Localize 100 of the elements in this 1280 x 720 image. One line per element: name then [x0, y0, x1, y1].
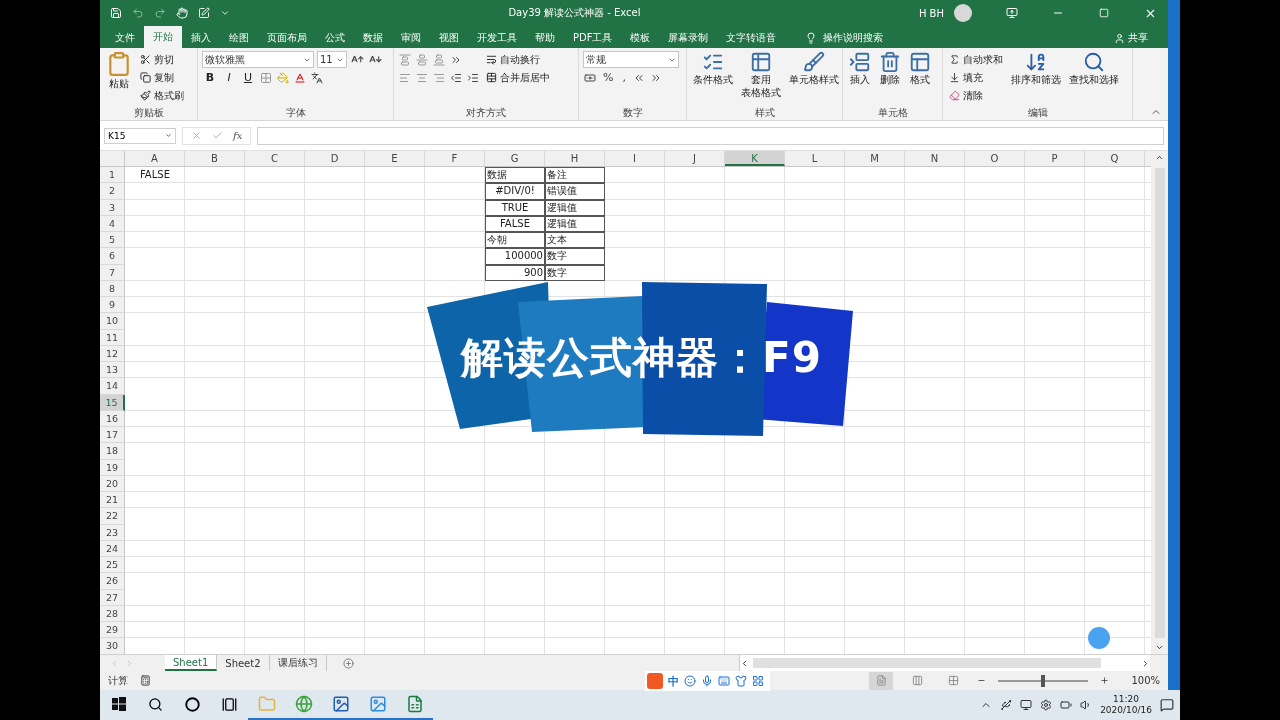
row-header[interactable]: 22	[100, 508, 125, 525]
column-header[interactable]: K	[725, 151, 785, 166]
toolbox-icon[interactable]	[752, 675, 764, 687]
battery-icon[interactable]	[1060, 699, 1073, 711]
column-header[interactable]: G	[485, 151, 545, 166]
row-header[interactable]: 14	[100, 378, 125, 395]
shirt-icon[interactable]	[735, 675, 747, 687]
monitor-icon[interactable]	[1020, 699, 1033, 711]
number-format-field[interactable]: 常规	[583, 51, 679, 68]
cut-button[interactable]: 剪切	[138, 51, 186, 68]
ribbon-tab[interactable]: 插入	[182, 28, 220, 48]
row-header[interactable]: 26	[100, 573, 125, 590]
format-button[interactable]: 格式	[907, 51, 933, 105]
undo-button[interactable]	[132, 7, 144, 19]
column-header[interactable]: H	[545, 151, 605, 166]
column-header[interactable]: C	[245, 151, 305, 166]
column-header[interactable]: O	[965, 151, 1025, 166]
zoom-in-icon[interactable]	[1100, 676, 1110, 685]
floating-ball-icon[interactable]	[1088, 627, 1110, 649]
underline-button[interactable]: U	[240, 69, 256, 86]
column-header[interactable]: E	[365, 151, 425, 166]
row-header[interactable]: 13	[100, 362, 125, 379]
emoji-icon[interactable]	[684, 675, 696, 687]
ribbon-tab[interactable]: 页面布局	[258, 28, 316, 48]
delete-button[interactable]: 删除	[877, 51, 903, 105]
align-middle-button[interactable]	[415, 51, 429, 68]
ribbon-tab[interactable]: 模板	[621, 28, 660, 48]
row-header[interactable]: 1	[100, 167, 125, 184]
customize-button[interactable]	[220, 8, 230, 18]
horizontal-scrollbar[interactable]	[739, 655, 1150, 671]
tell-me-search[interactable]: 操作说明搜索	[799, 28, 890, 48]
ribbon-tab[interactable]: 公式	[316, 28, 354, 48]
touch-mode-button[interactable]	[176, 7, 188, 19]
conditional-format-button[interactable]: 条件格式	[691, 51, 735, 105]
copy-button[interactable]: 复制	[138, 69, 186, 86]
fill-color-button[interactable]	[276, 69, 290, 86]
ribbon-tab[interactable]: 帮助	[526, 28, 564, 48]
percent-button[interactable]: %	[600, 69, 617, 86]
clear-button[interactable]: 清除	[947, 87, 1005, 104]
row-header[interactable]: 9	[100, 297, 125, 314]
column-header[interactable]: I	[605, 151, 665, 166]
column-header[interactable]: F	[425, 151, 485, 166]
autosum-button[interactable]: 自动求和	[947, 51, 1005, 68]
insert-function-button[interactable]: fx	[233, 130, 243, 141]
ribbon-tab[interactable]: 数据	[354, 28, 392, 48]
row-header[interactable]: 10	[100, 313, 125, 330]
macro-icon[interactable]	[140, 675, 151, 686]
column-header[interactable]: P	[1025, 151, 1085, 166]
share-button[interactable]: 共享	[1108, 28, 1154, 48]
font-name-field[interactable]: 微软雅黑	[202, 51, 314, 68]
row-header[interactable]: 30	[100, 638, 125, 654]
cancel-icon[interactable]	[191, 130, 202, 141]
paste-button[interactable]: 粘贴	[104, 51, 134, 105]
normal-view-button[interactable]	[869, 671, 894, 690]
column-header[interactable]: B	[185, 151, 245, 166]
sort-filter-button[interactable]: 排序和筛选	[1009, 51, 1063, 105]
vertical-scrollbar[interactable]	[1151, 151, 1168, 654]
scroll-left-icon[interactable]	[740, 658, 749, 668]
save-button[interactable]	[110, 7, 122, 19]
cell-styles-button[interactable]: 单元格样式	[787, 51, 841, 105]
fill-button[interactable]: 填充	[947, 69, 1005, 86]
ribbon-tab[interactable]: 屏幕录制	[659, 28, 718, 48]
row-header[interactable]: 17	[100, 427, 125, 444]
scroll-up-icon[interactable]	[1155, 153, 1164, 162]
italic-button[interactable]: I	[221, 69, 237, 86]
ribbon-tab[interactable]: 文件	[106, 28, 144, 48]
row-header[interactable]: 18	[100, 443, 125, 460]
row-header[interactable]: 25	[100, 557, 125, 574]
row-header[interactable]: 6	[100, 248, 125, 265]
notification-icon[interactable]	[1160, 698, 1174, 712]
column-header[interactable]: A	[125, 151, 185, 166]
scroll-down-icon[interactable]	[1155, 643, 1164, 652]
format-painter-button[interactable]: 格式刷	[138, 87, 186, 104]
settings-icon[interactable]	[1040, 699, 1053, 711]
scroll-thumb[interactable]	[753, 658, 1101, 668]
merge-center-button[interactable]: 合并后居中	[484, 69, 552, 86]
ribbon-tab[interactable]: PDF工具	[564, 28, 622, 48]
edit-button[interactable]	[198, 7, 210, 19]
table-format-button[interactable]: 套用 表格格式	[739, 51, 783, 105]
row-header[interactable]: 2	[100, 183, 125, 200]
bold-button[interactable]: B	[202, 69, 218, 86]
column-header[interactable]: L	[785, 151, 845, 166]
redo-button[interactable]	[154, 7, 166, 19]
sheet-tab[interactable]: Sheet1	[165, 655, 218, 671]
row-header[interactable]: 21	[100, 492, 125, 509]
keyboard-icon[interactable]	[718, 675, 730, 687]
phonetic-button[interactable]	[310, 69, 324, 86]
ribbon-tab[interactable]: 开始	[144, 26, 182, 48]
scroll-right-icon[interactable]	[1141, 658, 1150, 668]
formula-input[interactable]	[257, 126, 1164, 145]
name-box[interactable]: K15	[104, 127, 176, 144]
wrap-text-button[interactable]: 自动换行	[484, 51, 552, 68]
ribbon-tab[interactable]: 开发工具	[468, 28, 526, 48]
insert-button[interactable]: 插入	[847, 51, 873, 105]
column-header[interactable]: Q	[1085, 151, 1145, 166]
column-header[interactable]: M	[845, 151, 905, 166]
font-size-field[interactable]: 11	[317, 51, 347, 68]
ribbon-tab[interactable]: 审阅	[392, 28, 430, 48]
zoom-thumb[interactable]	[1041, 674, 1046, 687]
clock[interactable]: 11:20 2020/10/16	[1100, 694, 1152, 716]
